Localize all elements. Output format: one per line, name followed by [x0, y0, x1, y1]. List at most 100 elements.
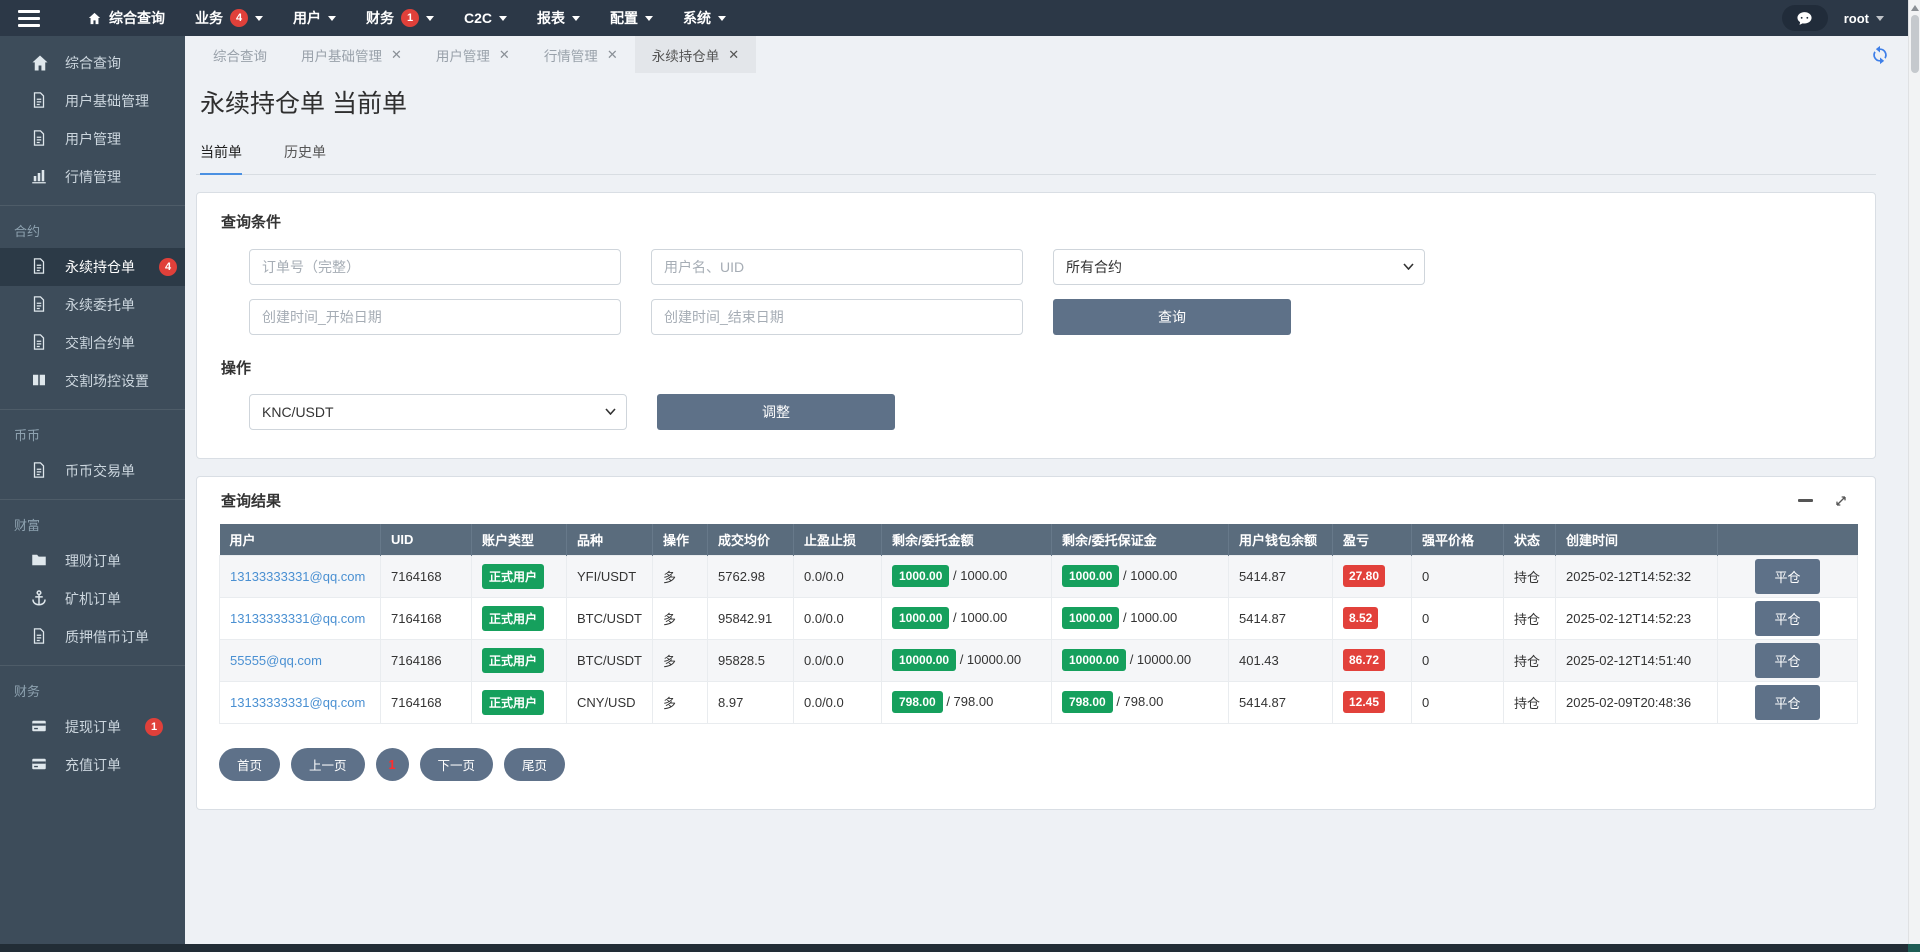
- column-header-account-type: 账户类型: [471, 524, 567, 555]
- cell-wallet: 5414.87: [1228, 596, 1333, 640]
- cell-account-type: 正式用户: [471, 554, 567, 598]
- sidebar-item-wealth-orders[interactable]: 理财订单: [0, 542, 185, 580]
- user-menu[interactable]: root: [1844, 11, 1884, 26]
- last-page-button[interactable]: 尾页: [504, 747, 566, 781]
- tab-perpetual-positions[interactable]: 永续持仓单 ✕: [634, 36, 757, 73]
- sidebar-item-withdraw-orders[interactable]: 提现订单 1: [0, 708, 185, 746]
- scroll-up-arrow-icon[interactable]: [1910, 5, 1919, 11]
- sidebar-item-market-control[interactable]: 交割场控设置: [0, 362, 185, 400]
- cell-uid: 7164168: [380, 596, 472, 640]
- chevron-down-icon: [328, 15, 336, 21]
- close-icon[interactable]: ✕: [391, 47, 402, 63]
- cell-uid: 7164168: [380, 680, 472, 724]
- close-position-button[interactable]: 平仓: [1755, 600, 1820, 636]
- collapse-icon[interactable]: [1798, 499, 1813, 502]
- username-uid-input[interactable]: [651, 249, 1023, 285]
- nav-item-finance[interactable]: 财务 1: [351, 0, 449, 36]
- operation-section-title: 操作: [221, 360, 252, 377]
- sidebar-section-contracts: 合约: [0, 205, 185, 248]
- nav-item-dashboard[interactable]: 综合查询: [72, 0, 180, 36]
- cell-status: 持仓: [1503, 638, 1556, 682]
- hamburger-menu-icon[interactable]: [0, 0, 58, 36]
- results-table: 用户 UID 账户类型 品种 操作 成交均价 止盈止损 剩余/委托金额 剩余/委…: [219, 524, 1858, 724]
- cell-symbol: BTC/USDT: [566, 638, 653, 682]
- sidebar-item-pledge-orders[interactable]: 质押借币订单: [0, 618, 185, 656]
- vertical-scrollbar[interactable]: [1908, 0, 1920, 944]
- close-position-button[interactable]: 平仓: [1755, 642, 1820, 678]
- user-email-link[interactable]: 55555@qq.com: [230, 653, 322, 668]
- credit-card-icon: [30, 717, 50, 737]
- sidebar-item-perpetual-positions[interactable]: 永续持仓单 4: [0, 248, 185, 286]
- column-header-liq-price: 强平价格: [1411, 524, 1504, 555]
- tab-market[interactable]: 行情管理 ✕: [527, 36, 635, 73]
- cell-liq-price: 0: [1411, 554, 1504, 598]
- document-icon: [30, 627, 50, 647]
- tab-dashboard[interactable]: 综合查询: [196, 36, 284, 73]
- nav-item-system[interactable]: 系统: [668, 0, 741, 36]
- refresh-button[interactable]: [1870, 45, 1890, 65]
- close-icon[interactable]: ✕: [607, 47, 618, 63]
- credit-card-icon: [30, 755, 50, 775]
- close-position-button[interactable]: 平仓: [1755, 558, 1820, 594]
- sidebar-item-deposit-orders[interactable]: 充值订单: [0, 746, 185, 784]
- cell-amount: 1000.00 / 1000.00: [881, 596, 1052, 640]
- contract-select-wrap: 所有合约: [1053, 249, 1425, 285]
- sidebar-section-finance: 财务: [0, 665, 185, 708]
- nav-item-config[interactable]: 配置: [595, 0, 668, 36]
- amount-remain-badge: 798.00: [892, 691, 943, 713]
- cell-action: 平仓: [1717, 554, 1858, 598]
- current-page-button[interactable]: 1: [375, 747, 409, 781]
- bottom-bar: [0, 944, 1908, 952]
- order-number-input[interactable]: [249, 249, 621, 285]
- cell-amount: 10000.00 / 10000.00: [881, 638, 1052, 682]
- nav-item-users[interactable]: 用户: [278, 0, 351, 36]
- open-tabs-bar: 综合查询 用户基础管理 ✕ 用户管理 ✕ 行情管理 ✕ 永续持仓单 ✕: [185, 36, 1920, 73]
- next-page-button[interactable]: 下一页: [419, 747, 494, 781]
- table-row: 13133333331@qq.com 7164168 正式用户 CNY/USD …: [219, 680, 1858, 724]
- amount-remain-badge: 1000.00: [892, 565, 950, 587]
- first-page-button[interactable]: 首页: [219, 747, 281, 781]
- nav-item-reports[interactable]: 报表: [522, 0, 595, 36]
- cell-amount: 1000.00 / 1000.00: [881, 554, 1052, 598]
- cell-liq-price: 0: [1411, 680, 1504, 724]
- nav-item-c2c[interactable]: C2C: [449, 0, 522, 36]
- cell-pnl: 27.80: [1332, 554, 1412, 598]
- user-email-link[interactable]: 13133333331@qq.com: [230, 695, 365, 710]
- sidebar-item-perpetual-orders[interactable]: 永续委托单: [0, 286, 185, 324]
- prev-page-button[interactable]: 上一页: [291, 747, 365, 781]
- cell-side: 多: [652, 554, 708, 598]
- expand-icon[interactable]: [1833, 493, 1849, 509]
- folder-icon: [30, 551, 50, 571]
- close-position-button[interactable]: 平仓: [1755, 684, 1820, 720]
- close-icon[interactable]: ✕: [499, 47, 510, 63]
- nav-item-business[interactable]: 业务 4: [180, 0, 278, 36]
- close-icon[interactable]: ✕: [728, 47, 739, 63]
- sidebar-item-user-manage[interactable]: 用户管理: [0, 120, 185, 158]
- scrollbar-thumb[interactable]: [1910, 15, 1919, 73]
- chat-button[interactable]: [1781, 5, 1828, 31]
- username: root: [1843, 10, 1869, 26]
- tab-user-manage[interactable]: 用户管理 ✕: [419, 36, 527, 73]
- pair-select[interactable]: KNC/USDT: [249, 394, 627, 430]
- user-email-link[interactable]: 13133333331@qq.com: [230, 569, 365, 584]
- sidebar-section-spot: 币币: [0, 409, 185, 452]
- tab-user-base[interactable]: 用户基础管理 ✕: [284, 36, 419, 73]
- sidebar-item-miner-orders[interactable]: 矿机订单: [0, 580, 185, 618]
- user-email-link[interactable]: 13133333331@qq.com: [230, 611, 365, 626]
- chevron-down-icon: [572, 15, 581, 21]
- contract-select[interactable]: 所有合约: [1053, 249, 1425, 285]
- sidebar-item-market[interactable]: 行情管理: [0, 158, 185, 196]
- sidebar-item-user-base[interactable]: 用户基础管理: [0, 82, 185, 120]
- sidebar-item-delivery-contracts[interactable]: 交割合约单: [0, 324, 185, 362]
- search-button[interactable]: 查询: [1053, 299, 1291, 335]
- sidebar-item-spot-trades[interactable]: 币币交易单: [0, 452, 185, 490]
- amount-remain-badge: 1000.00: [892, 607, 950, 629]
- end-date-input[interactable]: [651, 299, 1023, 335]
- subtab-history[interactable]: 历史单: [284, 142, 326, 174]
- chevron-down-icon: [718, 15, 727, 21]
- sidebar-item-dashboard[interactable]: 综合查询: [0, 44, 185, 82]
- start-date-input[interactable]: [249, 299, 621, 335]
- adjust-button[interactable]: 调整: [657, 394, 895, 430]
- margin-remain-badge: 1000.00: [1062, 565, 1120, 587]
- subtab-current[interactable]: 当前单: [200, 142, 242, 175]
